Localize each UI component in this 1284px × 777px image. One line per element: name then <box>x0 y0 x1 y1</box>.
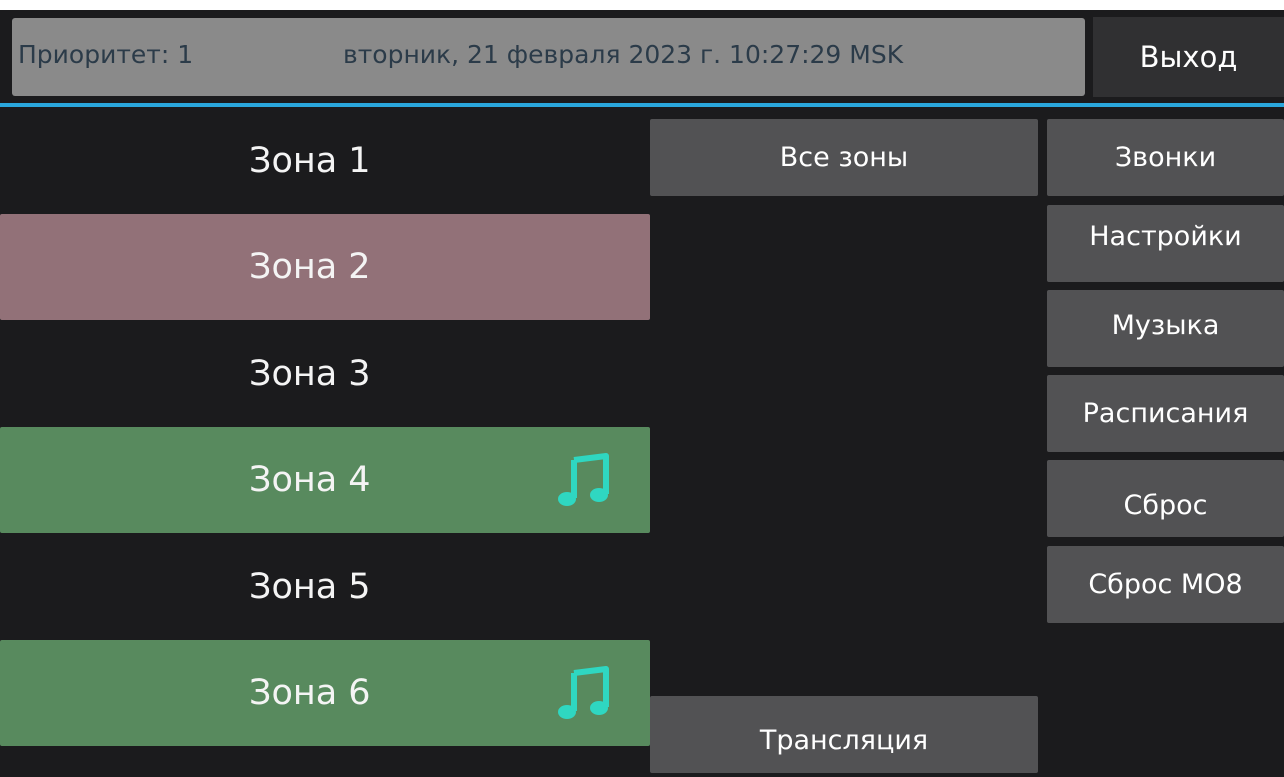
zone-3-button[interactable]: Зона 3 <box>0 321 650 427</box>
zone-label: Зона 1 <box>249 141 371 181</box>
exit-button[interactable]: Выход <box>1093 17 1284 97</box>
zone-5-button[interactable]: Зона 5 <box>0 534 650 640</box>
music-button[interactable]: Музыка <box>1047 290 1284 367</box>
status-bar: Приоритет: 1 вторник, 21 февраля 2023 г.… <box>12 18 1085 96</box>
zone-6-button[interactable]: Зона 6 <box>0 640 650 746</box>
zone-label: Зона 4 <box>249 460 371 500</box>
datetime-text: вторник, 21 февраля 2023 г. 10:27:29 MSK <box>343 40 904 69</box>
calls-button[interactable]: Звонки <box>1047 119 1284 196</box>
reset-button[interactable]: Сброс <box>1047 460 1284 537</box>
zone-4-button[interactable]: Зона 4 <box>0 427 650 533</box>
music-note-icon <box>558 666 609 719</box>
control-screen: Приоритет: 1 вторник, 21 февраля 2023 г.… <box>0 10 1284 777</box>
zone-label: Зона 3 <box>249 354 371 394</box>
zone-label: Зона 5 <box>249 567 371 607</box>
schedules-button[interactable]: Расписания <box>1047 375 1284 452</box>
zone-label: Зона 2 <box>249 247 371 287</box>
all-zones-button[interactable]: Все зоны <box>650 119 1038 196</box>
zone-1-button[interactable]: Зона 1 <box>0 108 650 214</box>
zone-label: Зона 6 <box>249 673 371 713</box>
broadcast-button[interactable]: Трансляция <box>650 696 1038 773</box>
settings-button[interactable]: Настройки <box>1047 205 1284 282</box>
priority-text: Приоритет: 1 <box>18 40 194 69</box>
music-note-icon <box>558 453 609 506</box>
header-divider <box>0 103 1284 107</box>
reset-mo8-button[interactable]: Сброс МО8 <box>1047 546 1284 623</box>
zone-2-button[interactable]: Зона 2 <box>0 214 650 320</box>
